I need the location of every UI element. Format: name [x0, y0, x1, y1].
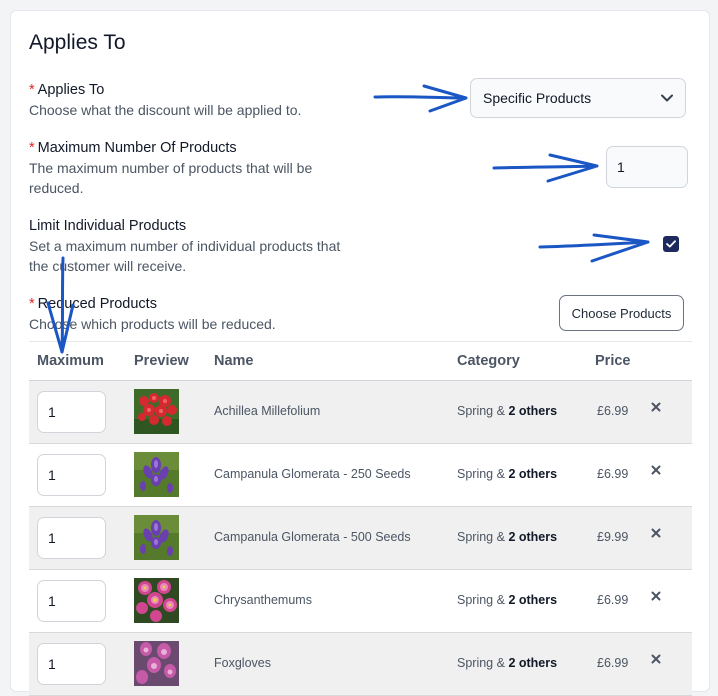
- applies-to-card: Applies To * Applies To Choose what the d…: [10, 10, 710, 696]
- row-name: Chrysanthemums: [214, 593, 312, 607]
- table-row: Achillea Millefolium Spring & 2 others £…: [29, 381, 692, 444]
- applies-to-help: Choose what the discount will be applied…: [29, 102, 302, 118]
- table-row: Campanula Glomerata - 250 Seeds Spring &…: [29, 444, 692, 507]
- checkmark-icon: [666, 240, 676, 248]
- row-maximum-input[interactable]: [37, 643, 106, 685]
- column-header-preview: Preview: [134, 353, 189, 369]
- applies-to-select-value: Specific Products: [483, 90, 592, 106]
- product-thumbnail: [134, 515, 179, 560]
- row-maximum-input[interactable]: [37, 517, 106, 559]
- column-header-category: Category: [457, 353, 520, 369]
- table-row: Campanula Glomerata - 500 Seeds Spring &…: [29, 507, 692, 570]
- row-price: £6.99: [597, 593, 629, 607]
- required-marker: *: [29, 296, 35, 312]
- choose-products-button[interactable]: Choose Products: [559, 295, 684, 331]
- close-icon: [651, 654, 661, 664]
- column-header-name: Name: [214, 353, 254, 369]
- row-category: Spring & 2 others: [457, 656, 558, 670]
- row-maximum-input[interactable]: [37, 391, 106, 433]
- row-price: £6.99: [597, 656, 629, 670]
- limit-individual-help-line2: the customer will receive.: [29, 258, 187, 274]
- row-name: Foxgloves: [214, 656, 271, 670]
- column-header-price: Price: [595, 353, 631, 369]
- remove-row-button[interactable]: [649, 400, 663, 414]
- required-marker: *: [29, 140, 35, 156]
- product-thumbnail: [134, 578, 179, 623]
- remove-row-button[interactable]: [649, 652, 663, 666]
- row-maximum-input[interactable]: [37, 580, 106, 622]
- chevron-down-icon: [661, 94, 673, 102]
- close-icon: [651, 528, 661, 538]
- close-icon: [651, 591, 661, 601]
- row-name: Achillea Millefolium: [214, 404, 321, 418]
- row-maximum-input[interactable]: [37, 454, 106, 496]
- limit-individual-help-line1: Set a maximum number of individual produ…: [29, 238, 341, 254]
- product-thumbnail: [134, 389, 179, 434]
- applies-to-label: * Applies To: [29, 82, 105, 98]
- applies-to-select[interactable]: Specific Products: [470, 78, 686, 118]
- product-thumbnail: [134, 452, 179, 497]
- remove-row-button[interactable]: [649, 526, 663, 540]
- row-price: £9.99: [597, 530, 629, 544]
- row-category: Spring & 2 others: [457, 467, 558, 481]
- table-header: Maximum Preview Name Category Price: [29, 341, 692, 381]
- close-icon: [651, 465, 661, 475]
- column-header-maximum: Maximum: [37, 353, 104, 369]
- reduced-products-table: Maximum Preview Name Category Price Achi…: [29, 341, 692, 696]
- row-name: Campanula Glomerata - 500 Seeds: [214, 530, 411, 544]
- row-price: £6.99: [597, 467, 629, 481]
- row-category: Spring & 2 others: [457, 530, 558, 544]
- limit-individual-checkbox[interactable]: [663, 236, 679, 252]
- remove-row-button[interactable]: [649, 589, 663, 603]
- section-title: Applies To: [29, 31, 126, 54]
- close-icon: [651, 402, 661, 412]
- row-name: Campanula Glomerata - 250 Seeds: [214, 467, 411, 481]
- reduced-products-help: Choose which products will be reduced.: [29, 316, 276, 332]
- required-marker: *: [29, 82, 35, 98]
- max-products-label: * Maximum Number Of Products: [29, 140, 237, 156]
- max-products-help-line2: reduced.: [29, 180, 84, 196]
- row-category: Spring & 2 others: [457, 404, 558, 418]
- remove-row-button[interactable]: [649, 463, 663, 477]
- max-products-help-line1: The maximum number of products that will…: [29, 160, 313, 176]
- reduced-products-label: * Reduced Products: [29, 296, 157, 312]
- max-products-input[interactable]: [606, 146, 688, 188]
- table-row: Foxgloves Spring & 2 others £6.99: [29, 633, 692, 696]
- limit-individual-label: Limit Individual Products: [29, 218, 187, 234]
- table-row: Chrysanthemums Spring & 2 others £6.99: [29, 570, 692, 633]
- product-thumbnail: [134, 641, 179, 686]
- row-category: Spring & 2 others: [457, 593, 558, 607]
- row-price: £6.99: [597, 404, 629, 418]
